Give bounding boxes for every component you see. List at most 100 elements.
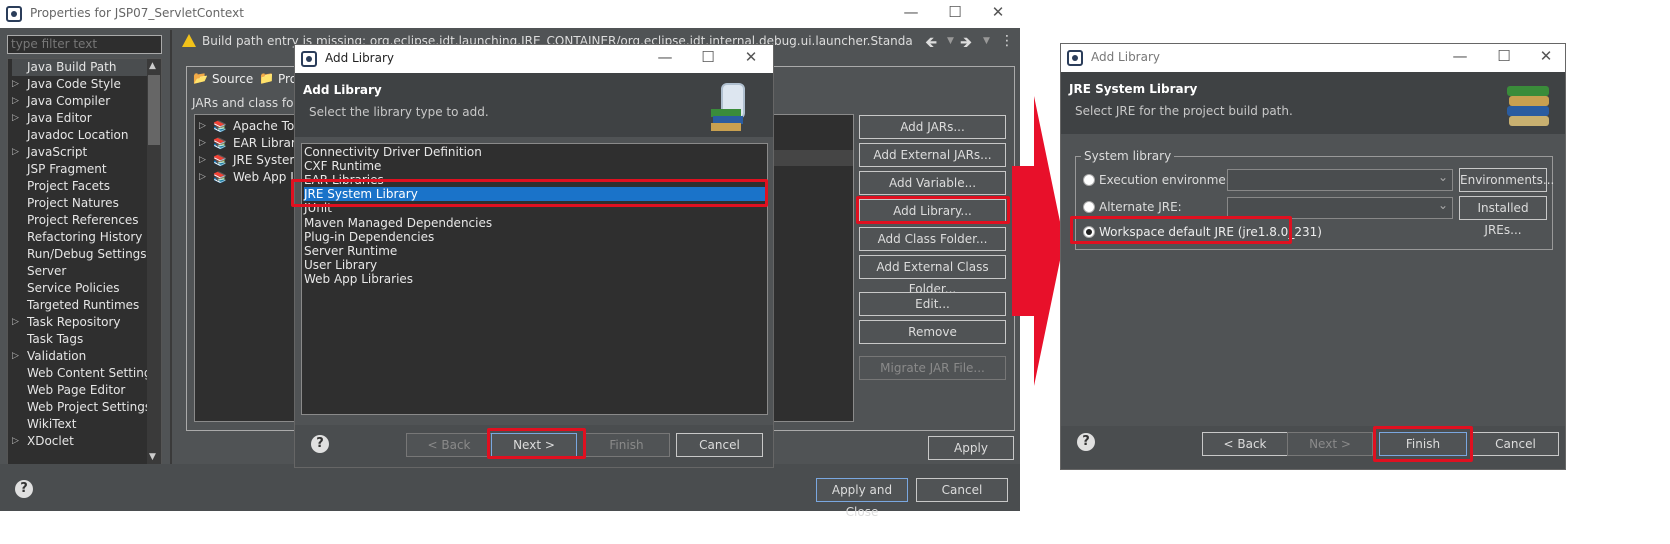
- expand-icon[interactable]: ▷: [12, 76, 22, 93]
- nav-item[interactable]: Web Page Editor: [12, 382, 148, 399]
- nav-item[interactable]: ▷ Task Repository: [12, 314, 148, 331]
- properties-cancel-button[interactable]: Cancel: [916, 478, 1008, 502]
- add-library-dialog: Add Library — ☐ ✕ Add Library Select the…: [294, 44, 774, 468]
- close-icon[interactable]: ✕: [1531, 47, 1561, 65]
- nav-item-label: Refactoring History: [27, 230, 143, 244]
- installed-jres-button[interactable]: Installed JREs...: [1459, 196, 1547, 237]
- build-path-button[interactable]: Add Class Folder...: [859, 227, 1006, 251]
- nav-item-label: Server: [27, 264, 67, 278]
- highlight-workspace-jre: [1070, 216, 1292, 244]
- library-type-item[interactable]: Web App Libraries: [304, 272, 765, 286]
- library-type-item[interactable]: CXF Runtime: [304, 159, 765, 173]
- minimize-icon[interactable]: —: [650, 48, 680, 66]
- exec-env-combo[interactable]: [1227, 169, 1453, 191]
- maximize-icon[interactable]: ☐: [693, 48, 723, 66]
- build-path-button[interactable]: Add Variable...: [859, 171, 1006, 195]
- forward-nav-chevron-icon[interactable]: ▼: [983, 36, 990, 46]
- nav-item[interactable]: Run/Debug Settings: [12, 246, 148, 263]
- apply-and-close-button[interactable]: Apply and Close: [816, 478, 908, 519]
- nav-item[interactable]: Service Policies: [12, 280, 148, 297]
- view-menu-icon[interactable]: ⋮: [1000, 33, 1014, 49]
- expand-icon[interactable]: ▷: [199, 118, 209, 135]
- nav-item[interactable]: Web Project Settings: [12, 399, 151, 416]
- minimize-icon[interactable]: —: [1445, 47, 1475, 65]
- build-path-button[interactable]: Add JARs...: [859, 115, 1006, 139]
- nav-item-label: JavaScript: [27, 145, 88, 159]
- nav-item[interactable]: Server: [12, 263, 148, 280]
- eclipse-icon: [301, 51, 317, 67]
- nav-item-label: Project Facets: [27, 179, 110, 193]
- finish-button[interactable]: Finish: [583, 433, 670, 457]
- sash[interactable]: [170, 30, 172, 464]
- close-icon[interactable]: ✕: [736, 48, 766, 66]
- tab-source[interactable]: 📂 Source: [188, 68, 254, 90]
- exec-env-radio[interactable]: [1083, 174, 1095, 186]
- build-path-button[interactable]: Migrate JAR File...: [859, 356, 1006, 380]
- filter-input[interactable]: type filter text: [7, 35, 162, 54]
- minimize-icon[interactable]: —: [896, 3, 926, 21]
- jre-next-button[interactable]: Next >: [1287, 432, 1373, 456]
- expand-icon[interactable]: ▷: [12, 110, 22, 127]
- jre-back-button[interactable]: < Back: [1202, 432, 1288, 456]
- nav-item[interactable]: Web Content Settings: [12, 365, 158, 382]
- library-type-item[interactable]: Plug-in Dependencies: [304, 230, 765, 244]
- tab-source-label: Source: [212, 72, 254, 86]
- alt-jre-radio[interactable]: [1083, 201, 1095, 213]
- expand-icon[interactable]: ▷: [12, 93, 22, 110]
- build-path-button[interactable]: Add External Class Folder...: [859, 255, 1006, 296]
- nav-item[interactable]: Java Build Path: [12, 59, 148, 76]
- expand-icon[interactable]: ▷: [199, 169, 209, 186]
- expand-icon[interactable]: ▷: [12, 433, 22, 450]
- jre-cancel-button[interactable]: Cancel: [1472, 432, 1559, 456]
- nav-item[interactable]: ▷ Java Compiler: [12, 93, 148, 110]
- jre-heading: JRE System Library: [1069, 82, 1198, 96]
- nav-item[interactable]: Targeted Runtimes: [12, 297, 148, 314]
- nav-item[interactable]: Javadoc Location: [12, 127, 148, 144]
- library-type-item[interactable]: User Library: [304, 258, 765, 272]
- expand-icon[interactable]: ▷: [199, 152, 209, 169]
- scroll-thumb[interactable]: [148, 75, 160, 145]
- back-button[interactable]: < Back: [406, 433, 492, 457]
- build-path-button[interactable]: Edit...: [859, 292, 1006, 316]
- nav-item[interactable]: ▷ XDoclet: [12, 433, 148, 450]
- back-nav-chevron-icon[interactable]: ▼: [947, 36, 954, 46]
- expand-icon[interactable]: ▷: [12, 314, 22, 331]
- back-nav-icon[interactable]: 🡸: [925, 32, 937, 57]
- nav-item[interactable]: Task Tags: [12, 331, 148, 348]
- nav-item[interactable]: ▷ JavaScript: [12, 144, 148, 161]
- expand-icon[interactable]: ▷: [12, 144, 22, 161]
- nav-item[interactable]: ▷ Validation: [12, 348, 148, 365]
- forward-nav-icon[interactable]: 🡺: [960, 32, 972, 57]
- help-icon[interactable]: ?: [15, 480, 33, 498]
- maximize-icon[interactable]: ☐: [940, 3, 970, 21]
- build-path-button[interactable]: Add External JARs...: [859, 143, 1006, 167]
- scroll-down-icon[interactable]: ▼: [149, 452, 156, 462]
- expand-icon[interactable]: ▷: [12, 348, 22, 365]
- nav-item[interactable]: WikiText: [12, 416, 148, 433]
- library-type-item[interactable]: Maven Managed Dependencies: [304, 216, 765, 230]
- exec-env-label: Execution environment:: [1099, 173, 1243, 187]
- nav-item[interactable]: Project References: [12, 212, 148, 229]
- scroll-up-icon[interactable]: ▲: [149, 61, 156, 71]
- nav-item[interactable]: Refactoring History: [12, 229, 148, 246]
- help-icon[interactable]: ?: [311, 435, 329, 453]
- nav-item[interactable]: Project Natures: [12, 195, 148, 212]
- tab-projects[interactable]: 📁 Pro: [256, 68, 297, 90]
- library-type-item[interactable]: Server Runtime: [304, 244, 765, 258]
- nav-item[interactable]: JSP Fragment: [12, 161, 148, 178]
- apply-button[interactable]: Apply: [928, 436, 1014, 460]
- cancel-button[interactable]: Cancel: [676, 433, 763, 457]
- environments-button[interactable]: Environments...: [1459, 168, 1554, 192]
- help-icon[interactable]: ?: [1077, 433, 1095, 451]
- maximize-icon[interactable]: ☐: [1489, 47, 1519, 65]
- close-icon[interactable]: ✕: [983, 3, 1013, 21]
- nav-item[interactable]: ▷ Java Editor: [12, 110, 148, 127]
- nav-item[interactable]: Project Facets: [12, 178, 148, 195]
- build-path-button[interactable]: Remove: [859, 320, 1006, 344]
- expand-icon[interactable]: ▷: [199, 135, 209, 152]
- nav-item[interactable]: ▷ Java Code Style: [12, 76, 148, 93]
- nav-scrollbar[interactable]: ▲ ▼: [147, 59, 161, 464]
- library-type-item[interactable]: Connectivity Driver Definition: [304, 145, 765, 159]
- classpath-entry-label: JRE System: [233, 153, 302, 167]
- jre-titlebar: Add Library — ☐ ✕: [1061, 44, 1565, 72]
